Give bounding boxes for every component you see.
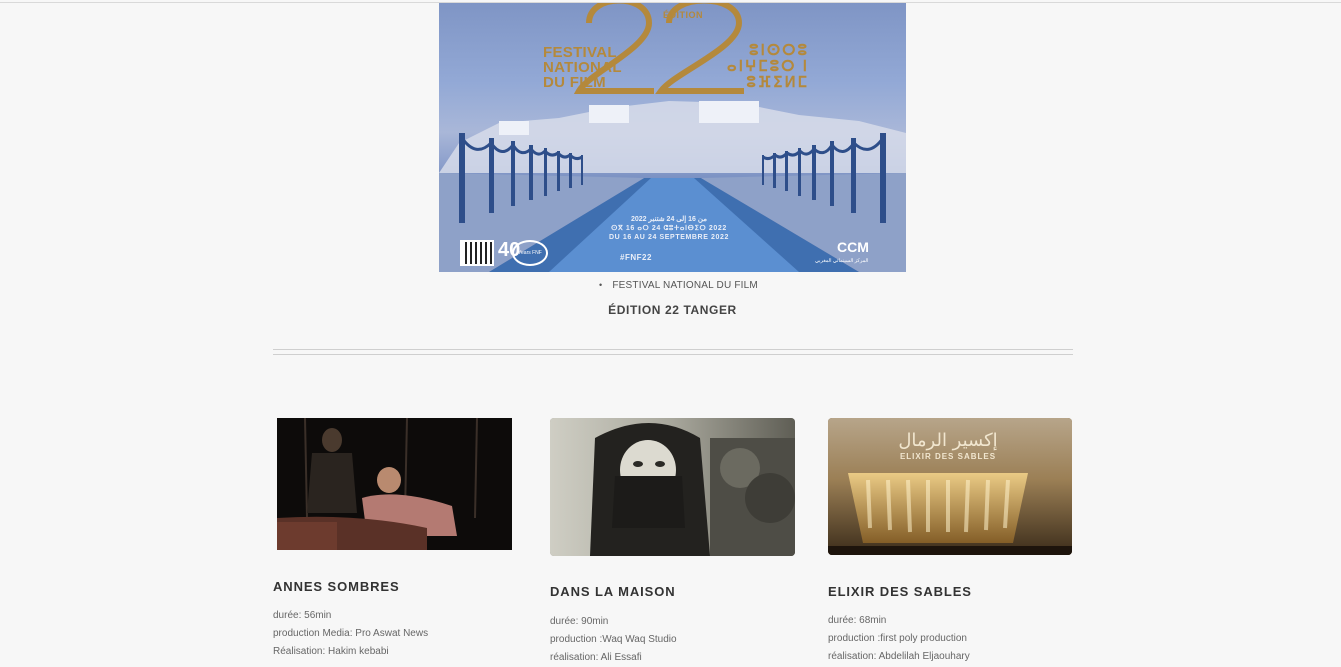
film-production: production :Waq Waq Studio: [550, 634, 677, 645]
edition-title: ÉDITION 22 TANGER: [608, 303, 737, 317]
film-details: durée: 68min production :first poly prod…: [828, 612, 970, 666]
section-divider: [273, 354, 1073, 355]
poster-edition-label: ÉDITION: [663, 10, 704, 20]
film-duration: durée: 68min: [828, 615, 887, 626]
film-production: production Media: Pro Aswat News: [273, 628, 429, 639]
section-divider: [273, 349, 1073, 350]
poster-title-line: FESTIVAL: [543, 44, 617, 61]
festival-label: FESTIVAL NATIONAL DU FILM: [599, 280, 758, 291]
film-details: durée: 56min production Media: Pro Aswat…: [273, 607, 428, 661]
film-duration: durée: 56min: [273, 610, 332, 621]
poster-hashtag: #FNF22: [620, 253, 652, 262]
film-director: Réalisation: Hakim kebabi: [273, 646, 389, 657]
film-duration: durée: 90min: [550, 616, 609, 627]
ccm-caption: المركز السينمائي المغربي: [815, 258, 869, 264]
film-thumbnail-annes-sombres[interactable]: [277, 418, 512, 550]
poster-date-line: DU 16 AU 24 SEPTEMBRE 2022: [609, 234, 729, 241]
festival-label-list: FESTIVAL NATIONAL DU FILM: [599, 280, 758, 291]
film-title[interactable]: ANNES SOMBRES: [273, 579, 400, 594]
film-production: production :first poly production: [828, 633, 967, 644]
film-still: [550, 418, 795, 556]
film-details: durée: 90min production :Waq Waq Studio …: [550, 613, 677, 667]
festival-poster-image[interactable]: FESTIVAL NATIONAL DU FILM ÉDITION ⵓⵏⵙⵔⵓ …: [439, 3, 906, 272]
poster-title-line: DU FILM: [543, 74, 606, 91]
film-still: [277, 418, 512, 550]
ccm-logo: CCM: [837, 239, 869, 255]
thumbnail-overlay-arabic: إكسير الرمال: [898, 430, 998, 451]
film-thumbnail-elixir-des-sables[interactable]: إكسير الرمال ELIXIR DES SABLES: [828, 418, 1072, 555]
film-director: réalisation: Ali Essafi: [550, 652, 642, 663]
poster-title-line: NATIONAL: [543, 59, 622, 76]
anniversary-badge-caption: Years FNF: [512, 240, 548, 266]
poster-dates: من 16 إلى 24 شتنبر 2022 ⵙⴳ 16 ⴰⵔ 24 ⵛⵓⵜⴰ…: [589, 215, 749, 242]
film-title[interactable]: DANS LA MAISON: [550, 584, 676, 599]
poster-tifinagh-title: ⵓⵏⵙⵔⵓ ⴰⵏⵖⵎⵓⵔ ⵏ ⵓⴼⵉⵍⵎ: [726, 42, 809, 91]
poster-date-line: ⵙⴳ 16 ⴰⵔ 24 ⵛⵓⵜⴰⵏⴱⵉⵔ 2022: [611, 225, 727, 232]
poster-date-line: من 16 إلى 24 شتنبر 2022: [631, 216, 707, 223]
film-title[interactable]: ELIXIR DES SABLES: [828, 584, 972, 599]
poster-title: FESTIVAL NATIONAL DU FILM: [543, 45, 663, 90]
film-thumbnail-dans-la-maison[interactable]: [550, 418, 795, 556]
qr-code-icon: [460, 240, 494, 266]
film-director: réalisation: Abdelilah Eljaouhary: [828, 651, 970, 662]
thumbnail-overlay-french: ELIXIR DES SABLES: [899, 452, 997, 461]
